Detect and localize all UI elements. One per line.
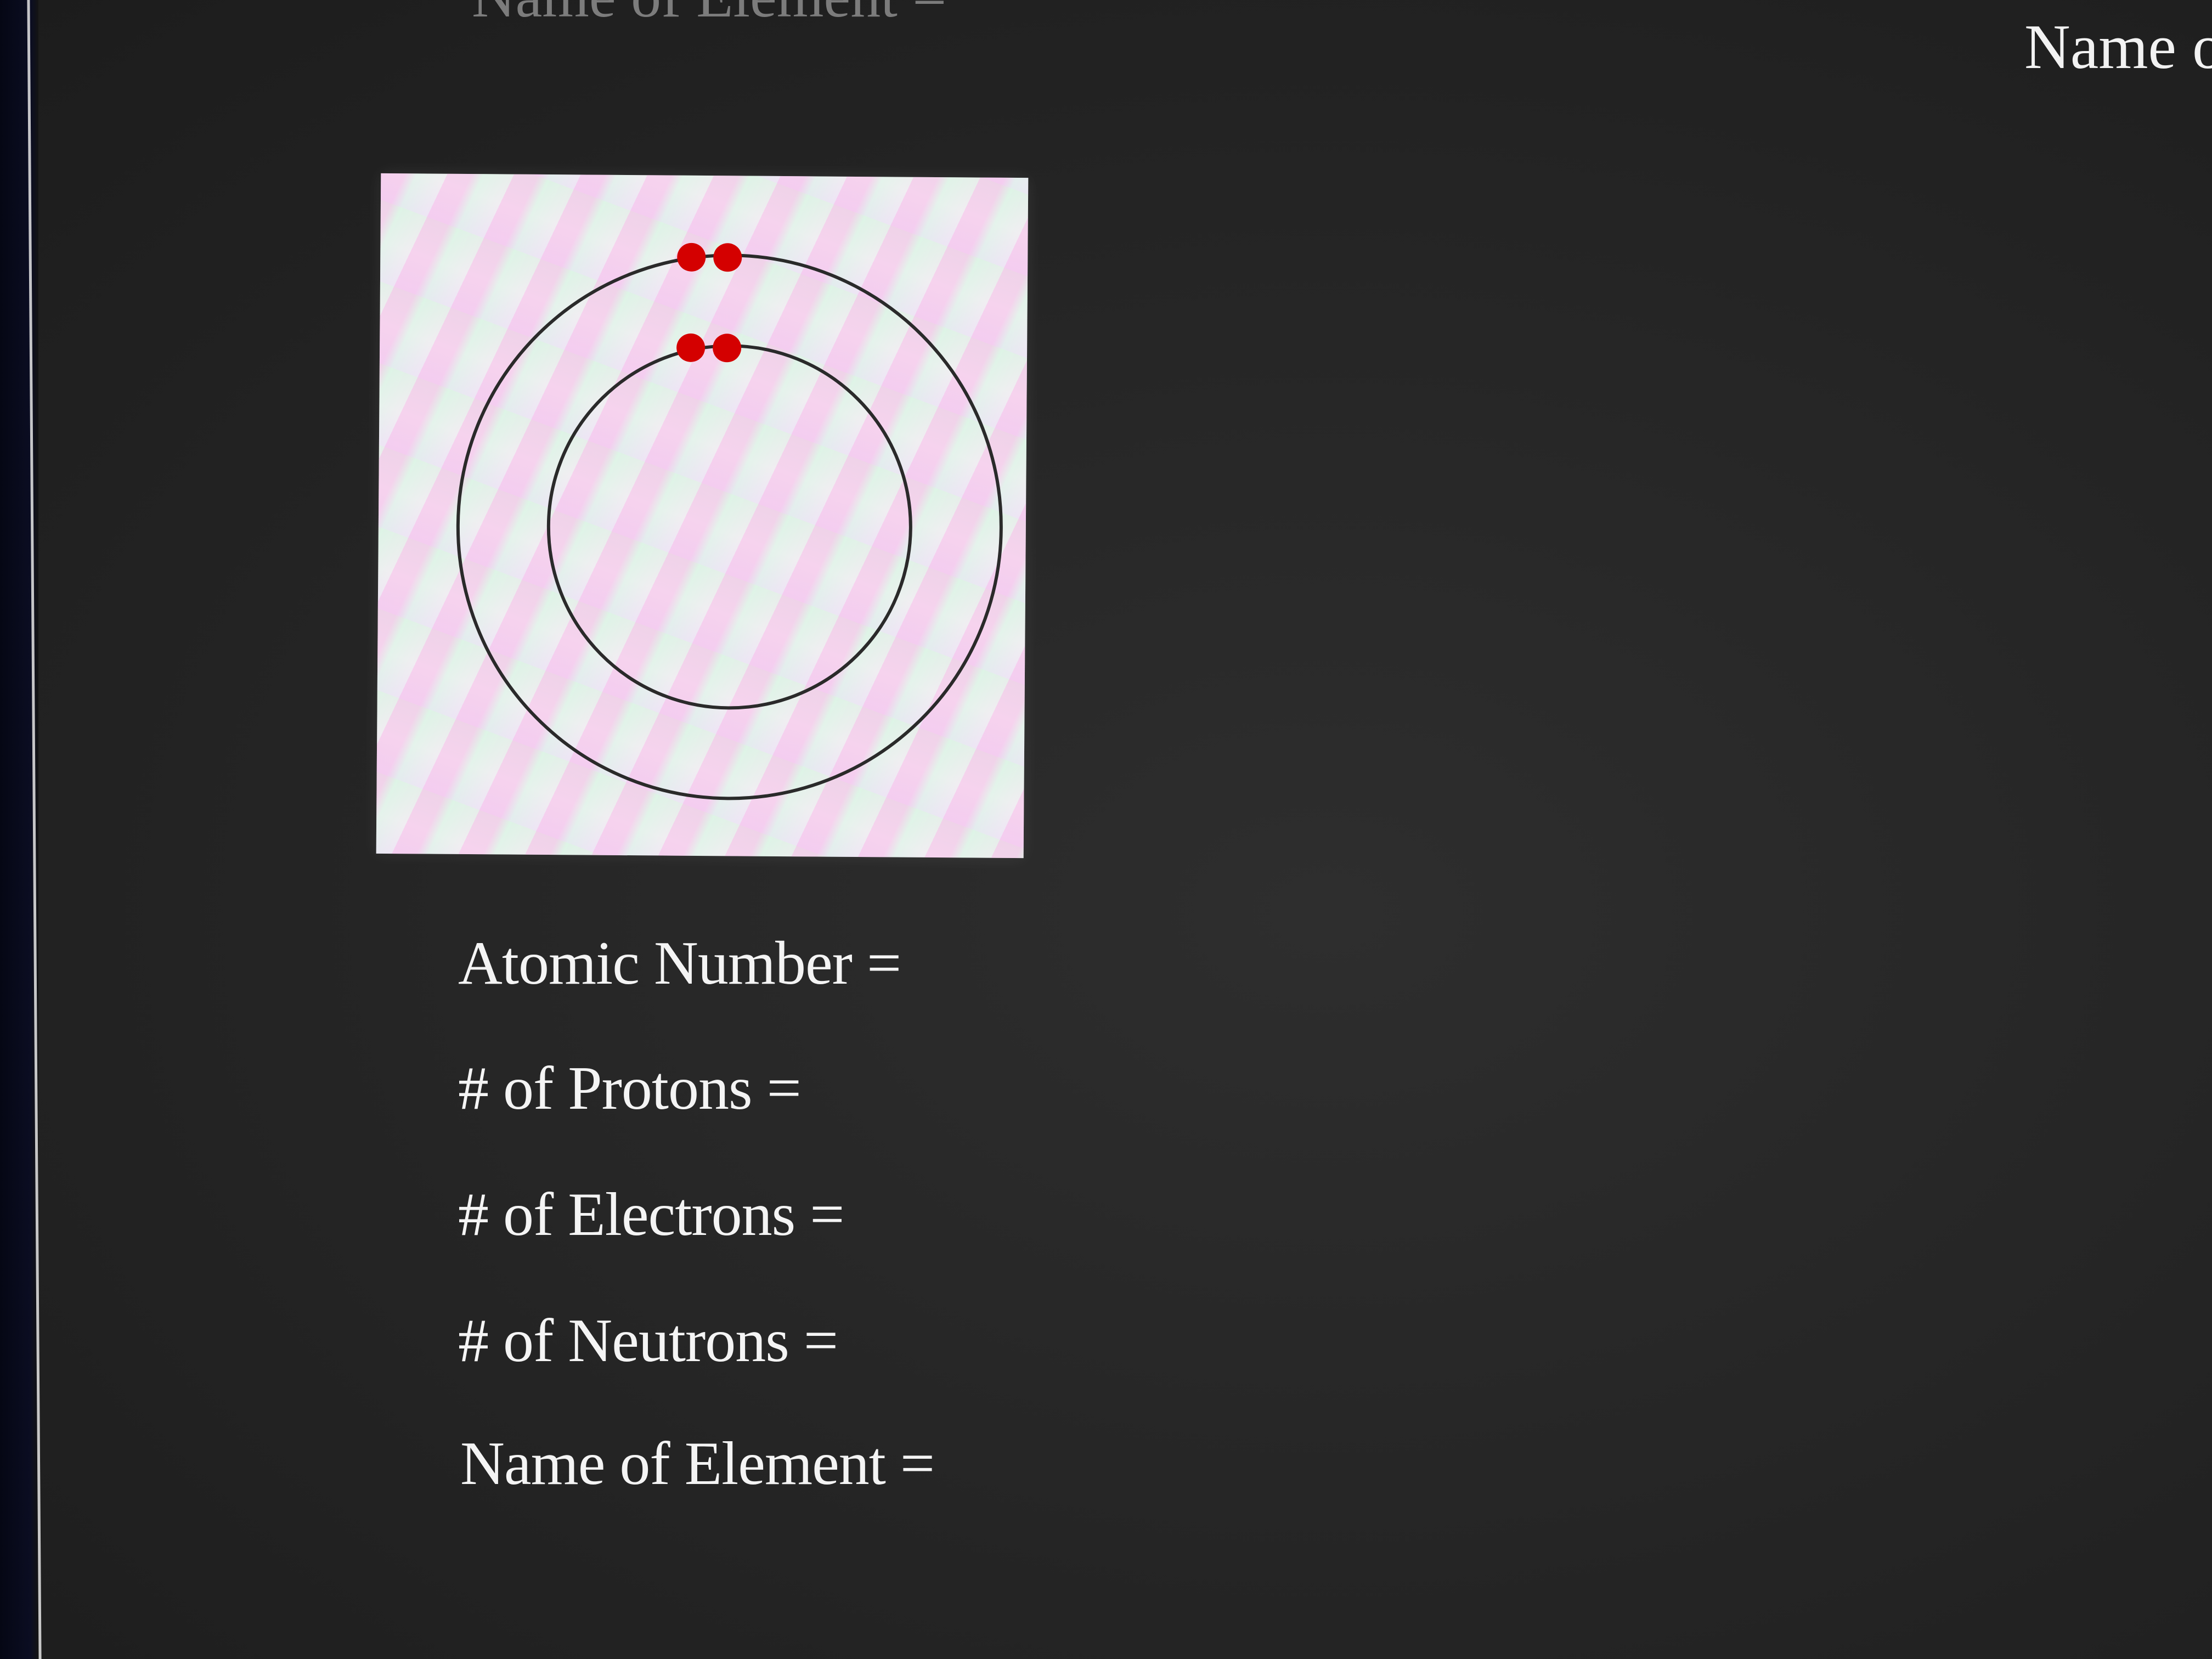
protons-label: # of Protons = (458, 1054, 802, 1122)
bohr-model-diagram (376, 173, 1029, 859)
bohr-model-svg (456, 242, 1003, 800)
electron-shell1-2 (713, 334, 742, 363)
neutrons-label: # of Neutrons = (458, 1307, 838, 1375)
inner-electron-shell (546, 344, 912, 710)
electron-shell2-2 (713, 243, 742, 272)
heading-cut-off-left: Name of Element = (472, 0, 946, 31)
electrons-label: # of Electrons = (458, 1181, 844, 1249)
monitor-screen: Name of Element = Name o Atomic Number =… (0, 0, 2212, 1659)
electrons-layer (676, 242, 742, 363)
electron-shell2-1 (677, 242, 706, 272)
atomic-number-label: Atomic Number = (458, 929, 901, 997)
electron-shell1-1 (676, 333, 706, 362)
element-name-label: Name of Element = (460, 1430, 935, 1498)
heading-cut-off-right: Name o (2024, 12, 2212, 82)
